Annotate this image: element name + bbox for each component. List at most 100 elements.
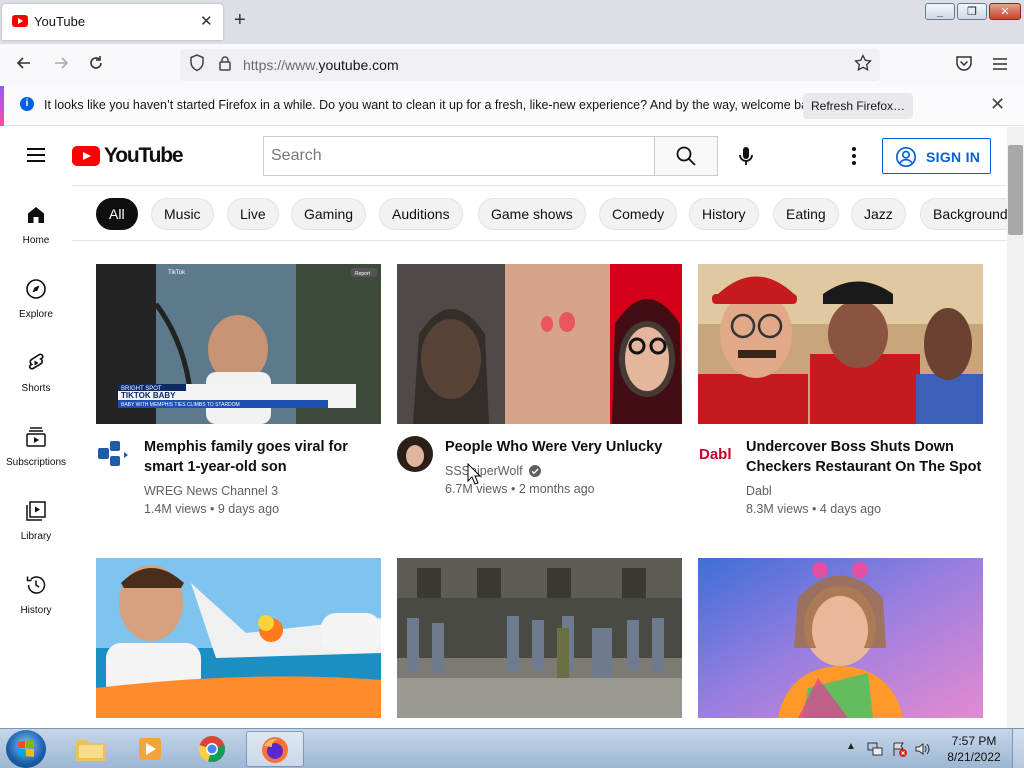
guide-item-library[interactable]: Library <box>0 481 72 555</box>
taskbar-media-player[interactable] <box>122 731 180 767</box>
library-icon <box>26 501 46 521</box>
channel-name[interactable]: SSSniperWolf <box>445 464 542 478</box>
search-input[interactable] <box>264 137 655 175</box>
guide-item-explore[interactable]: Explore <box>0 259 72 333</box>
browser-tab-youtube[interactable]: YouTube ✕ <box>2 4 223 40</box>
channel-avatar[interactable] <box>96 436 132 472</box>
chip-music[interactable]: Music <box>151 198 214 230</box>
window-close-button[interactable]: ✕ <box>989 3 1021 20</box>
tracking-shield-icon[interactable] <box>186 54 208 76</box>
guide-item-subscriptions[interactable]: Subscriptions <box>0 407 72 481</box>
thumb-sub-text: BABY WITH MEMPHIS TIES CLIMBS TO STARDOM <box>121 402 240 408</box>
video-thumbnail[interactable]: BRIGHT SPOT TIKTOK BABY BABY WITH MEMPHI… <box>96 264 381 424</box>
clock-date: 8/21/2022 <box>947 750 1001 764</box>
channel-name-text: SSSniperWolf <box>445 464 523 478</box>
mini-guide: Home Explore Shorts Subscriptions Librar… <box>0 185 72 728</box>
windows-taskbar: ▲ 7:57 PM 8/21/2022 <box>0 728 1024 768</box>
video-thumbnail[interactable] <box>397 558 682 718</box>
window-restore-button[interactable]: ❐ <box>957 3 987 20</box>
notification-close-icon[interactable]: ✕ <box>990 94 1005 115</box>
channel-name[interactable]: WREG News Channel 3 <box>144 484 278 498</box>
channel-name[interactable]: Dabl <box>746 484 772 498</box>
new-tab-icon[interactable]: + <box>234 9 246 31</box>
guide-label-shorts: Shorts <box>21 383 51 394</box>
sign-in-label: SIGN IN <box>926 149 981 165</box>
voice-search-button[interactable] <box>734 144 758 168</box>
tab-close-icon[interactable]: ✕ <box>200 12 213 30</box>
search-button[interactable] <box>654 136 718 176</box>
view-count: 1.4M views <box>144 502 207 516</box>
video-thumbnail[interactable] <box>397 264 682 424</box>
taskbar-firefox[interactable] <box>246 731 304 767</box>
notification-message: It looks like you haven’t started Firefo… <box>44 98 825 112</box>
verified-check-icon <box>529 465 542 477</box>
chip-game-shows[interactable]: Game shows <box>478 198 586 230</box>
pocket-icon[interactable] <box>953 54 975 76</box>
home-icon <box>28 207 44 223</box>
action-center-flag-icon[interactable] <box>891 741 907 757</box>
taskbar-chrome[interactable] <box>184 731 242 767</box>
category-chip-bar: All Music Live Gaming Auditions Game sho… <box>72 185 1007 241</box>
chip-history[interactable]: History <box>689 198 759 230</box>
taskbar-file-explorer[interactable] <box>62 731 120 767</box>
chip-eating[interactable]: Eating <box>773 198 839 230</box>
show-desktop-button[interactable] <box>1012 729 1024 768</box>
page-scrollbar[interactable] <box>1007 127 1024 728</box>
system-clock[interactable]: 7:57 PM 8/21/2022 <box>946 733 1002 765</box>
sign-in-button[interactable]: SIGN IN <box>882 138 991 174</box>
video-meta: 8.3M views • 4 days ago <box>746 502 882 516</box>
mouse-cursor-icon <box>467 463 481 485</box>
video-title[interactable]: Undercover Boss Shuts Down Checkers Rest… <box>746 437 983 477</box>
start-button[interactable] <box>6 730 46 768</box>
video-thumbnail[interactable] <box>698 264 983 424</box>
clock-time: 7:57 PM <box>951 734 997 748</box>
chip-live[interactable]: Live <box>227 198 279 230</box>
guide-item-history[interactable]: History <box>0 555 72 629</box>
refresh-firefox-button[interactable]: Refresh Firefox… <box>803 93 913 119</box>
browser-navigation-bar: https://www.youtube.com <box>0 44 1024 86</box>
chip-all[interactable]: All <box>96 198 138 230</box>
lock-icon[interactable] <box>214 54 236 76</box>
channel-avatar[interactable] <box>397 436 433 472</box>
url-text[interactable]: https://www.youtube.com <box>243 57 399 73</box>
reload-icon[interactable] <box>85 54 107 76</box>
dabl-logo-text: Dabl <box>699 446 732 463</box>
youtube-logo-icon <box>72 146 100 166</box>
channel-avatar[interactable]: Dabl <box>698 436 734 472</box>
chrome-icon <box>198 736 225 763</box>
scrollbar-thumb[interactable] <box>1008 145 1023 235</box>
app-menu-icon[interactable] <box>989 54 1011 76</box>
guide-label-history: History <box>20 605 52 616</box>
firefox-icon <box>262 737 288 763</box>
chip-jazz[interactable]: Jazz <box>851 198 906 230</box>
guide-item-shorts[interactable]: Shorts <box>0 333 72 407</box>
url-bar[interactable]: https://www.youtube.com <box>180 49 880 81</box>
video-title[interactable]: Memphis family goes viral for smart 1-ye… <box>144 437 381 477</box>
info-icon: i <box>20 97 34 111</box>
video-title[interactable]: People Who Were Very Unlucky <box>445 437 682 457</box>
guide-menu-icon[interactable] <box>27 148 45 162</box>
back-arrow-icon[interactable] <box>13 54 35 76</box>
chip-comedy[interactable]: Comedy <box>599 198 678 230</box>
window-minimize-button[interactable]: _ <box>925 3 955 20</box>
chip-gaming[interactable]: Gaming <box>291 198 367 230</box>
video-thumbnail[interactable] <box>698 558 983 718</box>
guide-item-home[interactable]: Home <box>0 185 72 259</box>
chip-background[interactable]: Background <box>920 198 1007 230</box>
video-meta: 1.4M views • 9 days ago <box>144 502 280 516</box>
network-icon[interactable] <box>867 741 883 757</box>
youtube-favicon-icon <box>12 15 28 27</box>
show-hidden-icons-arrow-icon[interactable]: ▲ <box>846 741 856 752</box>
settings-menu-button[interactable] <box>842 144 866 168</box>
video-thumbnail[interactable] <box>96 558 381 718</box>
tab-title: YouTube <box>34 14 86 29</box>
forward-arrow-icon[interactable] <box>50 54 72 76</box>
youtube-logo-text: YouTube <box>104 144 184 167</box>
subscriptions-icon <box>26 427 46 447</box>
speaker-volume-icon[interactable] <box>914 741 932 757</box>
chip-auditions[interactable]: Auditions <box>379 198 463 230</box>
more-vertical-icon <box>852 147 856 165</box>
bookmark-star-icon[interactable] <box>852 53 874 76</box>
guide-label-library: Library <box>20 531 52 542</box>
upload-age: 2 months ago <box>518 482 595 496</box>
